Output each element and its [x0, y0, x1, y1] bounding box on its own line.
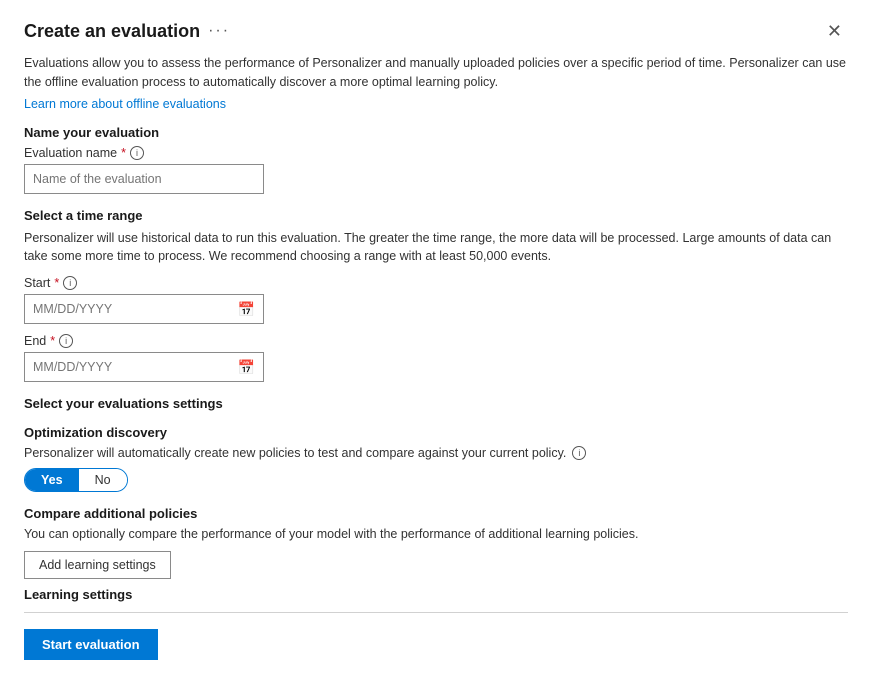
add-learning-settings-button[interactable]: Add learning settings	[24, 551, 171, 579]
toggle-no-button[interactable]: No	[79, 469, 127, 491]
evaluation-name-label: Evaluation name * i	[24, 146, 848, 160]
close-button[interactable]: ✕	[821, 20, 848, 42]
start-required: *	[54, 276, 59, 290]
optimization-description: Personalizer will automatically create n…	[24, 446, 848, 460]
toggle-yes-button[interactable]: Yes	[25, 469, 79, 491]
compare-title: Compare additional policies	[24, 506, 848, 521]
start-date-wrapper: 📅	[24, 294, 264, 324]
compare-description: You can optionally compare the performan…	[24, 527, 848, 541]
compare-policies-section: Compare additional policies You can opti…	[24, 506, 848, 602]
optimization-discovery-section: Optimization discovery Personalizer will…	[24, 425, 848, 492]
start-calendar-icon[interactable]: 📅	[238, 301, 255, 318]
end-date-wrapper: 📅	[24, 352, 264, 382]
learning-settings-label: Learning settings	[24, 587, 848, 602]
evaluation-name-input[interactable]	[24, 164, 264, 194]
start-info-icon[interactable]: i	[63, 276, 77, 290]
time-range-section-title: Select a time range	[24, 208, 848, 223]
optimization-title: Optimization discovery	[24, 425, 848, 440]
panel-header: Create an evaluation ··· ✕	[24, 20, 848, 42]
title-row: Create an evaluation ···	[24, 21, 230, 42]
name-info-icon[interactable]: i	[130, 146, 144, 160]
learn-more-link[interactable]: Learn more about offline evaluations	[24, 97, 226, 111]
settings-section-title: Select your evaluations settings	[24, 396, 848, 411]
optimization-toggle: Yes No	[24, 468, 128, 492]
start-evaluation-button[interactable]: Start evaluation	[24, 629, 158, 660]
evaluation-name-field: Evaluation name * i	[24, 146, 848, 194]
name-section-title: Name your evaluation	[24, 125, 848, 140]
panel-title: Create an evaluation	[24, 21, 200, 42]
end-info-icon[interactable]: i	[59, 334, 73, 348]
start-date-field: Start * i 📅	[24, 276, 848, 324]
panel-ellipsis[interactable]: ···	[208, 22, 230, 40]
create-evaluation-panel: Create an evaluation ··· ✕ Evaluations a…	[0, 0, 872, 684]
start-label: Start * i	[24, 276, 848, 290]
required-marker: *	[121, 146, 126, 160]
end-date-input[interactable]	[33, 360, 238, 374]
time-range-description: Personalizer will use historical data to…	[24, 229, 848, 267]
end-calendar-icon[interactable]: 📅	[238, 359, 255, 376]
close-icon: ✕	[827, 21, 842, 41]
end-label: End * i	[24, 334, 848, 348]
end-date-field: End * i 📅	[24, 334, 848, 382]
main-description: Evaluations allow you to assess the perf…	[24, 54, 848, 92]
divider	[24, 612, 848, 613]
end-required: *	[50, 334, 55, 348]
optimization-info-icon[interactable]: i	[572, 446, 586, 460]
start-date-input[interactable]	[33, 302, 238, 316]
